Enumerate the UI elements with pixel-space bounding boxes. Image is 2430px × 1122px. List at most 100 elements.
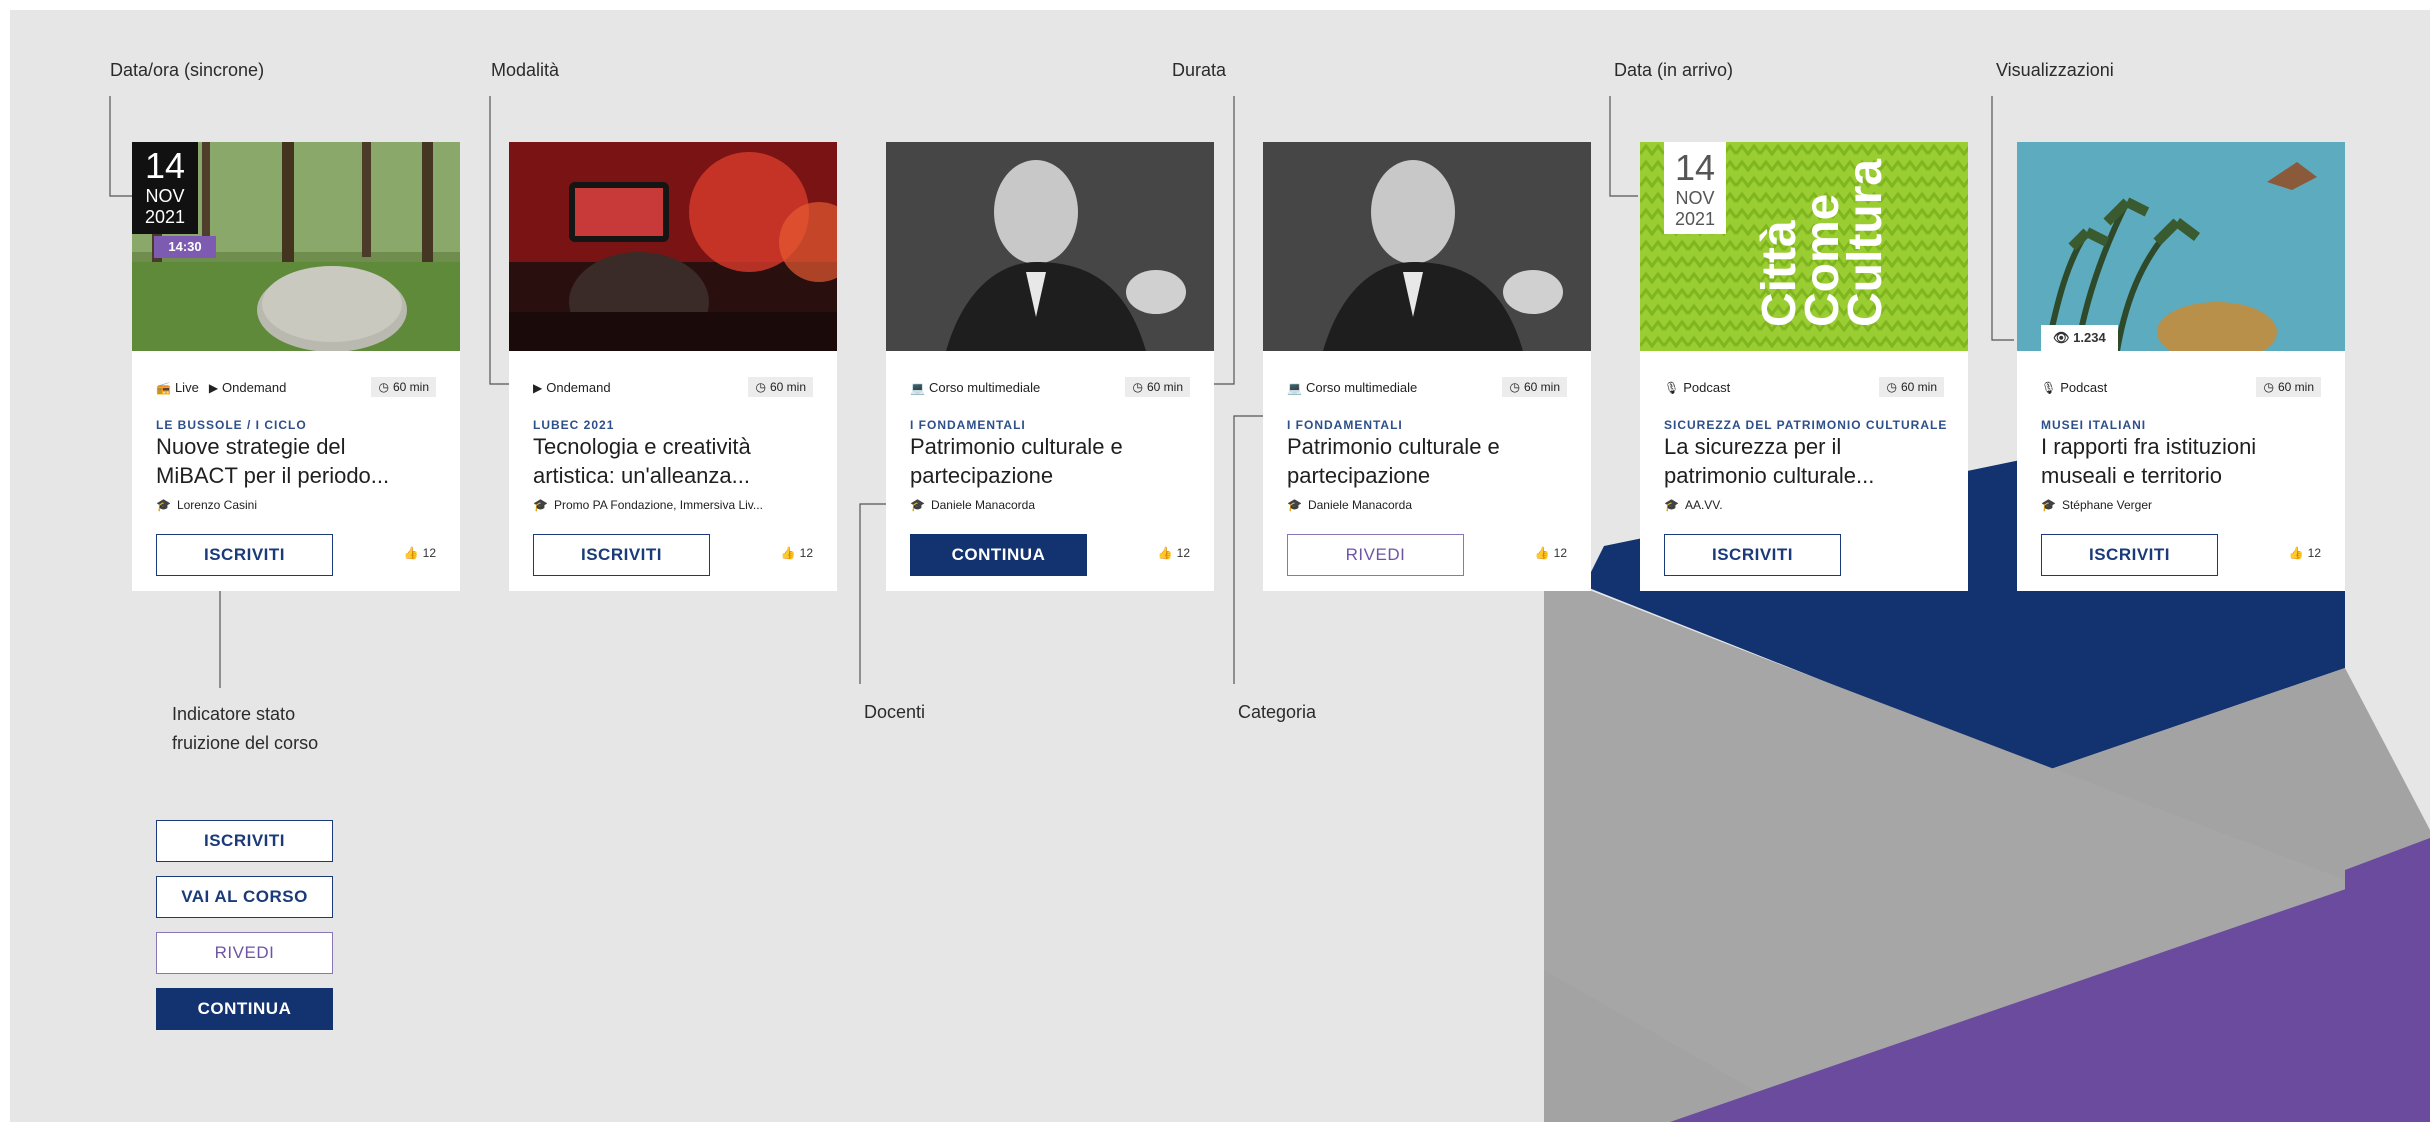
laptop-icon: 💻: [910, 381, 925, 395]
enroll-button[interactable]: ISCRIVITI: [2041, 534, 2218, 576]
clock-icon: ◷: [1132, 380, 1143, 394]
course-card[interactable]: Città Come Cultura 14 NOV 2021 🎙 Podcast …: [1640, 142, 1968, 591]
mode-ondemand: ▶ Ondemand: [533, 380, 611, 395]
clock-icon: ◷: [378, 380, 389, 394]
card-meta: 💻 Corso multimediale ◷ 60 min: [910, 377, 1190, 400]
date-badge: 14 NOV 2021: [132, 142, 198, 234]
thumbs-up-icon: 👍: [2288, 546, 2304, 560]
course-image[interactable]: Città Come Cultura 14 NOV 2021: [1640, 142, 1968, 351]
duration-badge: ◷ 60 min: [748, 377, 813, 397]
course-card[interactable]: 14 NOV 2021 14:30 📻 Live ▶ Ondemand ◷ 60 mi…: [132, 142, 460, 591]
course-teacher: 🎓 Daniele Manacorda: [1287, 498, 1413, 512]
graduation-cap-icon: 🎓: [910, 498, 925, 512]
mode-multimedia: 💻 Corso multimediale: [910, 380, 1041, 395]
mode-live: 📻 Live: [156, 380, 199, 395]
continue-button[interactable]: CONTINUA: [910, 534, 1087, 576]
rewatch-button[interactable]: RIVEDI: [1287, 534, 1464, 576]
podcast-icon: 🎙: [2041, 381, 2057, 395]
card-meta: 🎙 Podcast ◷ 60 min: [2041, 377, 2321, 400]
thumbs-up-icon: 👍: [1157, 546, 1173, 560]
annotation-mode: Modalità: [491, 60, 560, 80]
clock-icon: ◷: [1886, 380, 1897, 394]
course-title[interactable]: Patrimonio culturale e partecipazione: [910, 432, 1194, 490]
duration-badge: ◷ 60 min: [1502, 377, 1567, 397]
course-card[interactable]: 👁 1.234 🎙 Podcast ◷ 60 min MUSEI ITALIANI …: [2017, 142, 2345, 591]
duration-badge: ◷ 60 min: [371, 377, 436, 397]
legend-enroll-button[interactable]: ISCRIVITI: [156, 820, 333, 862]
course-category[interactable]: MUSEI ITALIANI: [2041, 418, 2325, 432]
course-title[interactable]: I rapporti fra istituzioni museali e terr…: [2041, 432, 2325, 490]
mode-podcast: 🎙 Podcast: [1664, 380, 1731, 395]
card-meta: 🎙 Podcast ◷ 60 min: [1664, 377, 1944, 400]
eye-icon: 👁: [2053, 330, 2070, 345]
course-category[interactable]: I FONDAMENTALI: [910, 418, 1194, 432]
likes[interactable]: 👍 12: [781, 546, 813, 560]
mode-multimedia: 💻 Corso multimediale: [1287, 380, 1418, 395]
course-title[interactable]: Patrimonio culturale e partecipazione: [1287, 432, 1571, 490]
annotation-date-sync: Data/ora (sincrone): [110, 60, 265, 80]
date-day: 14: [1674, 147, 1716, 188]
card-meta: ▶ Ondemand ◷ 60 min: [533, 377, 813, 400]
date-month: NOV: [1675, 188, 1715, 208]
mode-ondemand: ▶ Ondemand: [208, 380, 287, 395]
legend-continue-button[interactable]: CONTINUA: [156, 988, 333, 1030]
course-image[interactable]: [886, 142, 1214, 351]
likes[interactable]: 👍 12: [1535, 546, 1567, 560]
annotation-status-indicator: Indicatore stato fruizione del corso: [172, 704, 319, 753]
course-card[interactable]: ▶ Ondemand ◷ 60 min LUBEC 2021 Tecnologia …: [509, 142, 837, 591]
course-title[interactable]: La sicurezza per il patrimonio culturale.…: [1664, 432, 1948, 490]
course-category[interactable]: SICUREZZA DEL PATRIMONIO CULTURALE: [1664, 418, 1948, 432]
course-card[interactable]: 💻 Corso multimediale ◷ 60 min I FONDAMENTA…: [1263, 142, 1591, 591]
graduation-cap-icon: 🎓: [1664, 498, 1679, 512]
card-meta: 💻 Corso multimediale ◷ 60 min: [1287, 377, 1567, 400]
thumbs-up-icon: 👍: [403, 546, 419, 560]
duration-badge: ◷ 60 min: [1125, 377, 1190, 397]
annotation-teachers: Docenti: [864, 702, 926, 722]
annotation-views: Visualizzazioni: [1996, 60, 2114, 80]
graduation-cap-icon: 🎓: [2041, 498, 2056, 512]
annotation-category: Categoria: [1238, 702, 1317, 722]
date-year: 2021: [1674, 209, 1716, 229]
card-meta: 📻 Live ▶ Ondemand ◷ 60 min: [156, 377, 436, 400]
date-day: 14: [144, 145, 186, 186]
canvas: Data/ora (sincrone) Modalità Durata Data…: [10, 10, 2430, 1122]
graduation-cap-icon: 🎓: [156, 498, 171, 512]
thumbs-up-icon: 👍: [780, 546, 796, 560]
duration-badge: ◷ 60 min: [2256, 377, 2321, 397]
course-title[interactable]: Tecnologia e creatività artistica: un'all…: [533, 432, 817, 490]
course-category[interactable]: LUBEC 2021: [533, 418, 817, 432]
course-image[interactable]: [1263, 142, 1591, 351]
legend-go-to-course-button[interactable]: VAI AL CORSO: [156, 876, 333, 918]
likes[interactable]: 👍 12: [1158, 546, 1190, 560]
enroll-button[interactable]: ISCRIVITI: [1664, 534, 1841, 576]
course-image[interactable]: 14 NOV 2021 14:30: [132, 142, 460, 351]
enroll-button[interactable]: ISCRIVITI: [533, 534, 710, 576]
course-image[interactable]: [509, 142, 837, 351]
course-teacher: 🎓 AA.VV.: [1664, 498, 1723, 512]
clock-icon: ◷: [2263, 380, 2274, 394]
course-title[interactable]: Nuove strategie del MiBACT per il periodo…: [156, 432, 440, 490]
time-badge: 14:30: [154, 236, 216, 258]
annotation-duration: Durata: [1172, 60, 1227, 80]
course-category[interactable]: I FONDAMENTALI: [1287, 418, 1571, 432]
likes[interactable]: 👍 12: [404, 546, 436, 560]
course-image[interactable]: 👁 1.234: [2017, 142, 2345, 351]
course-category[interactable]: LE BUSSOLE / I CICLO: [156, 418, 440, 432]
course-teacher: 🎓 Lorenzo Casini: [156, 498, 257, 512]
date-year: 2021: [144, 207, 186, 227]
enroll-button[interactable]: ISCRIVITI: [156, 534, 333, 576]
course-card[interactable]: 💻 Corso multimediale ◷ 60 min I FONDAMENTA…: [886, 142, 1214, 591]
annotation-date-incoming: Data (in arrivo): [1614, 60, 1734, 80]
likes[interactable]: 👍 12: [2289, 546, 2321, 560]
laptop-icon: 💻: [1287, 381, 1302, 395]
graduation-cap-icon: 🎓: [1287, 498, 1302, 512]
clock-icon: ◷: [755, 380, 766, 394]
course-teacher: 🎓 Daniele Manacorda: [910, 498, 1036, 512]
legend-rewatch-button[interactable]: RIVEDI: [156, 932, 333, 974]
broadcast-icon: 📻: [156, 381, 171, 395]
mode-podcast: 🎙 Podcast: [2041, 380, 2108, 395]
play-icon: ▶: [208, 381, 219, 395]
thumbs-up-icon: 👍: [1534, 546, 1550, 560]
duration-badge: ◷ 60 min: [1879, 377, 1944, 397]
course-teacher: 🎓 Stéphane Verger: [2041, 498, 2153, 512]
